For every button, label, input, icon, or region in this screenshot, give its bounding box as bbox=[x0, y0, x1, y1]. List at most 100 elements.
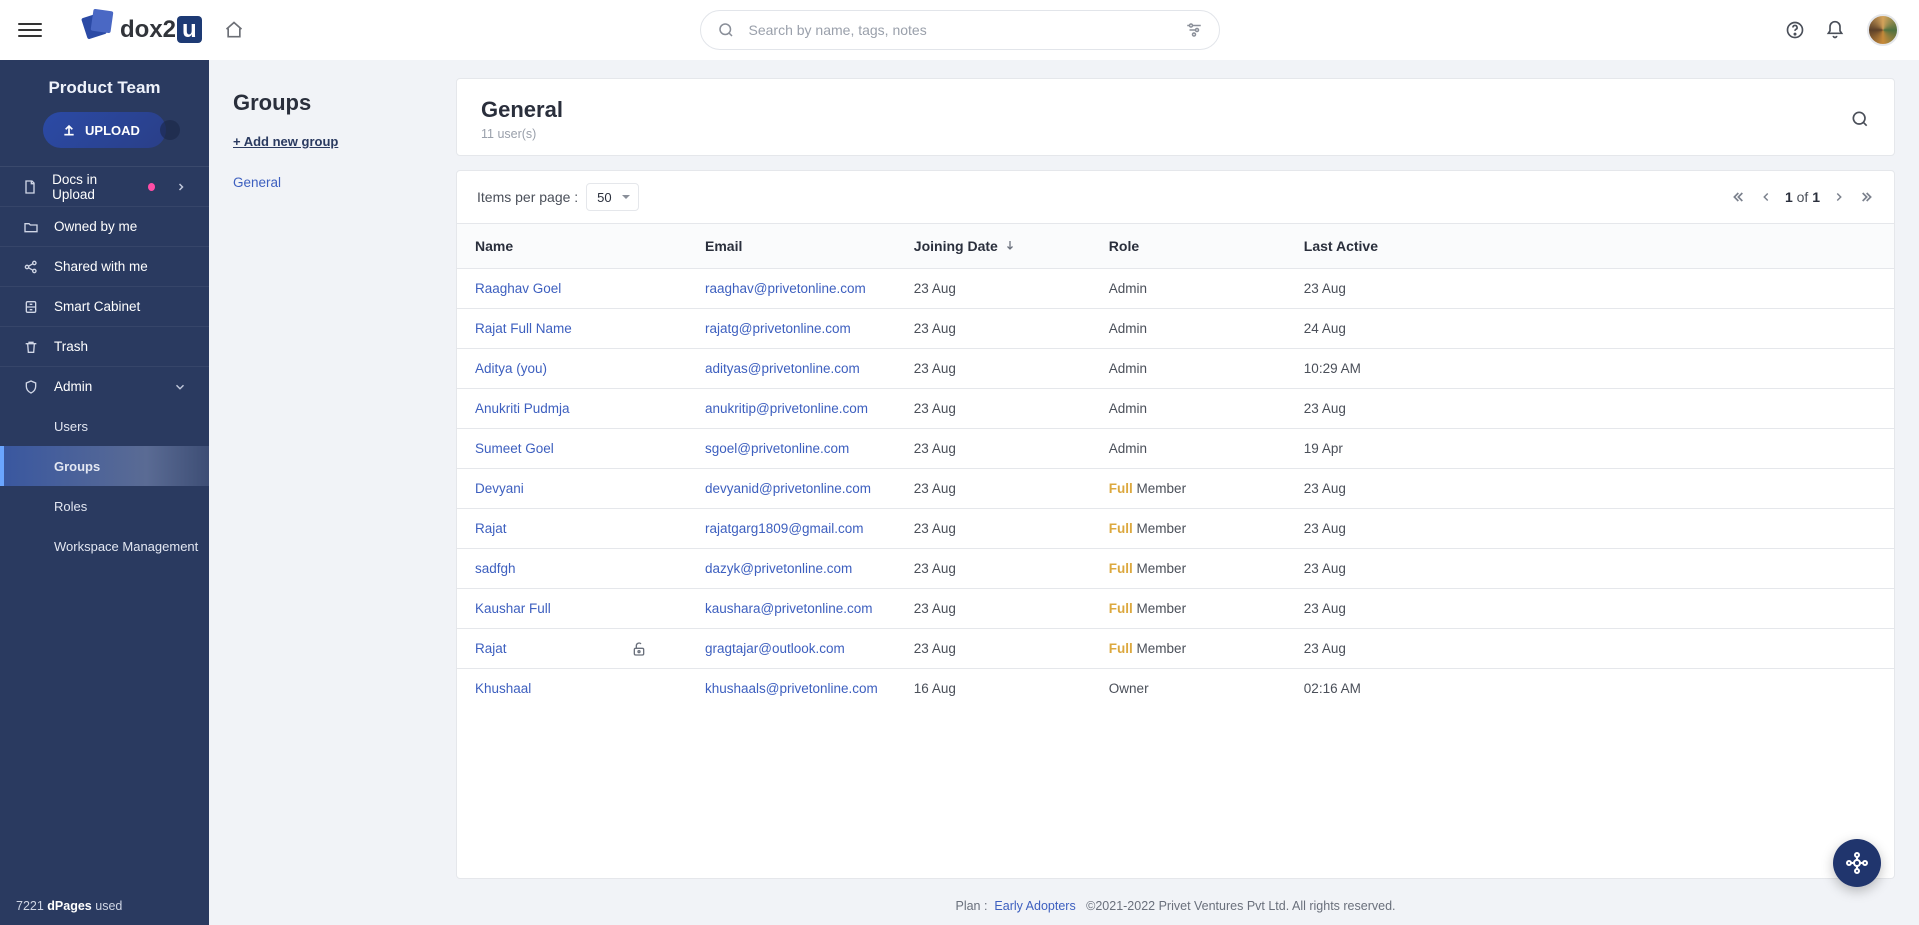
bell-icon[interactable] bbox=[1825, 20, 1845, 40]
users-table: Name Email Joining Date Role Last Active… bbox=[457, 224, 1894, 708]
upload-button[interactable]: UPLOAD bbox=[43, 112, 166, 148]
cell-joining: 23 Aug bbox=[896, 429, 1091, 469]
user-name-link[interactable]: Rajat bbox=[475, 521, 507, 536]
groups-title: Groups bbox=[233, 90, 432, 116]
user-name-link[interactable]: Kaushar Full bbox=[475, 601, 551, 616]
table-row[interactable]: Aditya (you)adityas@privetonline.com23 A… bbox=[457, 349, 1894, 389]
groups-panel: Groups + Add new group General bbox=[209, 60, 456, 925]
sidebar: Product Team UPLOAD Docs in Upload Owned… bbox=[0, 60, 209, 925]
user-name-link[interactable]: sadfgh bbox=[475, 561, 516, 576]
notification-dot-icon bbox=[148, 183, 155, 191]
nav-trash[interactable]: Trash bbox=[0, 326, 209, 366]
pager-last-icon[interactable] bbox=[1858, 189, 1874, 205]
sidebar-footer: 7221 dPages used bbox=[0, 887, 209, 925]
search-filter-icon[interactable] bbox=[1185, 21, 1203, 39]
table-row[interactable]: Kaushar Fullkaushara@privetonline.com23 … bbox=[457, 589, 1894, 629]
cell-joining: 23 Aug bbox=[896, 269, 1091, 309]
trash-icon bbox=[22, 339, 40, 355]
global-search[interactable] bbox=[700, 10, 1220, 50]
user-email-link[interactable]: anukritip@privetonline.com bbox=[705, 401, 868, 416]
user-email-link[interactable]: rajatgarg1809@gmail.com bbox=[705, 521, 864, 536]
user-email-link[interactable]: kaushara@privetonline.com bbox=[705, 601, 873, 616]
table-row[interactable]: Anukriti Pudmja anukritip@privetonline.co… bbox=[457, 389, 1894, 429]
pager-first-icon[interactable] bbox=[1731, 189, 1747, 205]
cell-joining: 23 Aug bbox=[896, 509, 1091, 549]
user-name-link[interactable]: Devyani bbox=[475, 481, 524, 496]
col-role[interactable]: Role bbox=[1091, 224, 1286, 269]
nav-docs-in-upload[interactable]: Docs in Upload bbox=[0, 166, 209, 206]
help-fab-button[interactable] bbox=[1833, 839, 1881, 887]
table-row[interactable]: Khushaalkhushaals@privetonline.com16 Aug… bbox=[457, 669, 1894, 709]
submenu-users[interactable]: Users bbox=[0, 406, 209, 446]
group-search-icon[interactable] bbox=[1850, 109, 1870, 129]
table-row[interactable]: Raaghav Goel raaghav@privetonline.com 23 A… bbox=[457, 269, 1894, 309]
search-input[interactable] bbox=[747, 21, 1173, 39]
table-row[interactable]: Sumeet Goel sgoel@privetonline.com 23 AugA… bbox=[457, 429, 1894, 469]
cell-role: Full Member bbox=[1091, 469, 1286, 509]
col-name[interactable]: Name bbox=[457, 224, 687, 269]
user-name-link[interactable]: Rajat Full Name bbox=[475, 321, 572, 336]
cell-role: Full Member bbox=[1091, 629, 1286, 669]
cell-last-active: 19 Apr bbox=[1286, 429, 1894, 469]
cell-role: Full Member bbox=[1091, 549, 1286, 589]
upload-label: UPLOAD bbox=[85, 123, 140, 138]
nav-label: Smart Cabinet bbox=[54, 299, 140, 314]
nav-shared-with-me[interactable]: Shared with me bbox=[0, 246, 209, 286]
nav-owned-by-me[interactable]: Owned by me bbox=[0, 206, 209, 246]
add-new-group-link[interactable]: + Add new group bbox=[233, 134, 432, 149]
table-row[interactable]: Rajat Full Namerajatg@privetonline.com23… bbox=[457, 309, 1894, 349]
col-joining[interactable]: Joining Date bbox=[896, 224, 1091, 269]
logo-text: dox2u bbox=[120, 16, 202, 44]
table-row[interactable]: Rajat gragtajar@outlook.com 23 AugFull Mem… bbox=[457, 629, 1894, 669]
user-email-link[interactable]: khushaals@privetonline.com bbox=[705, 681, 878, 696]
home-icon[interactable] bbox=[224, 20, 244, 40]
submenu-workspace-management[interactable]: Workspace Management bbox=[0, 526, 209, 566]
user-name-link[interactable]: Rajat bbox=[475, 641, 507, 656]
cell-role: Admin bbox=[1091, 429, 1286, 469]
user-email-link[interactable]: gragtajar@outlook.com bbox=[705, 641, 845, 656]
user-name-link[interactable]: Anukriti Pudmja bbox=[475, 401, 570, 416]
group-header-card: General 11 user(s) bbox=[456, 78, 1895, 156]
upload-toggle[interactable] bbox=[160, 120, 180, 140]
user-name-link[interactable]: Raaghav Goel bbox=[475, 281, 561, 296]
user-email-link[interactable]: devyanid@privetonline.com bbox=[705, 481, 871, 496]
user-avatar[interactable] bbox=[1865, 12, 1901, 48]
pager-prev-icon[interactable] bbox=[1759, 190, 1773, 204]
group-subtitle: 11 user(s) bbox=[481, 127, 563, 141]
user-name-link[interactable]: Sumeet Goel bbox=[475, 441, 554, 456]
user-email-link[interactable]: sgoel@privetonline.com bbox=[705, 441, 849, 456]
nav-label: Owned by me bbox=[54, 219, 137, 234]
lock-open-icon bbox=[631, 641, 647, 657]
cell-last-active: 23 Aug bbox=[1286, 469, 1894, 509]
cell-last-active: 23 Aug bbox=[1286, 389, 1894, 429]
hamburger-menu-button[interactable] bbox=[18, 18, 42, 42]
col-last-active[interactable]: Last Active bbox=[1286, 224, 1894, 269]
col-email[interactable]: Email bbox=[687, 224, 896, 269]
user-email-link[interactable]: dazyk@privetonline.com bbox=[705, 561, 852, 576]
cell-last-active: 23 Aug bbox=[1286, 629, 1894, 669]
folder-icon bbox=[22, 219, 40, 235]
plan-link[interactable]: Early Adopters bbox=[994, 899, 1075, 913]
help-icon[interactable] bbox=[1785, 20, 1805, 40]
table-row[interactable]: Devyani devyanid@privetonline.com 23 AugFu… bbox=[457, 469, 1894, 509]
table-row[interactable]: Rajatrajatgarg1809@gmail.com23 AugFull M… bbox=[457, 509, 1894, 549]
pager-next-icon[interactable] bbox=[1832, 190, 1846, 204]
user-email-link[interactable]: adityas@privetonline.com bbox=[705, 361, 860, 376]
cell-last-active: 24 Aug bbox=[1286, 309, 1894, 349]
cell-joining: 23 Aug bbox=[896, 549, 1091, 589]
cell-last-active: 02:16 AM bbox=[1286, 669, 1894, 709]
submenu-roles[interactable]: Roles bbox=[0, 486, 209, 526]
nav-admin[interactable]: Admin bbox=[0, 366, 209, 406]
user-email-link[interactable]: raaghav@privetonline.com bbox=[705, 281, 866, 296]
items-per-page-select[interactable]: 50 bbox=[586, 183, 638, 211]
nav-smart-cabinet[interactable]: Smart Cabinet bbox=[0, 286, 209, 326]
user-email-link[interactable]: rajatg@privetonline.com bbox=[705, 321, 851, 336]
user-name-link[interactable]: Aditya (you) bbox=[475, 361, 547, 376]
cell-role: Owner bbox=[1091, 669, 1286, 709]
table-row[interactable]: sadfgh dazyk@privetonline.com 23 AugFull M… bbox=[457, 549, 1894, 589]
group-item-general[interactable]: General bbox=[233, 175, 432, 190]
submenu-groups[interactable]: Groups bbox=[0, 446, 209, 486]
cell-last-active: 23 Aug bbox=[1286, 509, 1894, 549]
user-name-link[interactable]: Khushaal bbox=[475, 681, 531, 696]
logo[interactable]: dox2u bbox=[82, 15, 202, 45]
